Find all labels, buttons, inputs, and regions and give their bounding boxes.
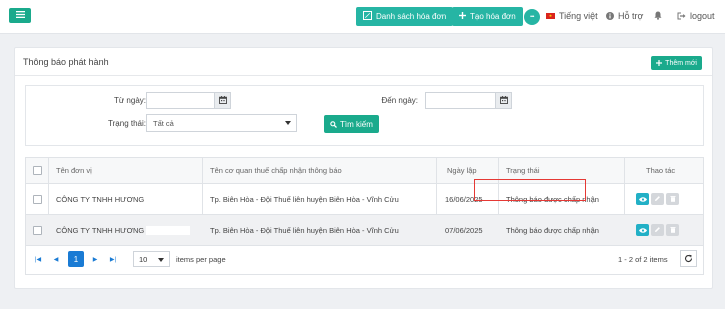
hamburger-icon xyxy=(15,11,25,20)
last-page-button[interactable]: ▶| xyxy=(105,251,121,267)
refresh-button[interactable] xyxy=(680,250,697,267)
calendar-icon xyxy=(218,95,227,106)
eye-icon xyxy=(638,226,647,235)
redaction-bar xyxy=(146,225,191,235)
edit-button[interactable] xyxy=(651,224,664,236)
logout-label: logout xyxy=(690,11,715,21)
more-dots-icon: ••• xyxy=(530,13,534,20)
pager-summary: 1 - 2 of 2 items xyxy=(618,254,668,264)
pencil-icon xyxy=(654,226,661,235)
pagination-bar: |◀ ◀ 1 ▶ ▶| 10 items per page 1 - 2 of 2… xyxy=(26,246,703,275)
column-header-date[interactable]: Ngày lập xyxy=(447,158,477,183)
invoice-list-button[interactable]: Danh sách hóa đơn xyxy=(356,7,454,26)
unit-name-text: CÔNG TY TNHH HƯƠNG xyxy=(56,225,145,235)
unit-name-cell: CÔNG TY TNHH HƯƠNG xyxy=(56,215,191,245)
eye-icon xyxy=(638,195,647,204)
last-page-icon: ▶| xyxy=(109,256,117,263)
prev-page-button[interactable]: ◀ xyxy=(48,251,64,267)
create-invoice-label: Tạo hóa đơn xyxy=(470,12,516,21)
support-label: Hỗ trợ xyxy=(618,11,644,21)
status-select-value: Tất cả xyxy=(153,118,174,128)
view-button[interactable] xyxy=(636,224,649,236)
to-date-calendar-button[interactable] xyxy=(495,93,511,108)
column-header-unit[interactable]: Tên đơn vị xyxy=(56,158,92,183)
release-notice-panel: Thông báo phát hành Thêm mới Từ ngày: Đế… xyxy=(14,47,713,289)
table-row[interactable]: CÔNG TY TNHH HƯƠNG Tp. Biên Hòa - Đội Th… xyxy=(26,184,703,215)
menu-toggle-button[interactable] xyxy=(9,8,31,23)
row-actions xyxy=(636,215,681,245)
edit-button[interactable] xyxy=(651,193,664,205)
from-date-label: Từ ngày: xyxy=(113,96,146,105)
items-per-page-label: items per page xyxy=(176,254,226,264)
to-date-input[interactable] xyxy=(425,92,512,109)
top-bar: Danh sách hóa đơn Tạo hóa đơn ••• Tiếng … xyxy=(0,0,725,34)
date-cell: 07/06/2025 xyxy=(445,225,483,235)
unit-name-cell: CÔNG TY TNHH HƯƠNG xyxy=(56,194,145,204)
status-select[interactable]: Tất cả xyxy=(146,114,297,132)
from-date-input[interactable] xyxy=(146,92,231,109)
delete-button[interactable] xyxy=(666,193,679,205)
tax-office-cell: Tp. Biên Hòa - Đội Thuế liên huyện Biên … xyxy=(210,194,399,204)
first-page-icon: |◀ xyxy=(34,256,42,263)
language-label: Tiếng việt xyxy=(559,11,598,21)
plus-icon xyxy=(459,12,470,21)
plus-icon xyxy=(656,60,663,66)
add-new-button[interactable]: Thêm mới xyxy=(651,56,702,70)
table-row[interactable]: CÔNG TY TNHH HƯƠNG Tp. Biên Hòa - Đội Th… xyxy=(26,215,703,246)
more-options-button[interactable]: ••• xyxy=(524,9,540,25)
info-icon xyxy=(606,12,614,20)
search-label: Tìm kiếm xyxy=(340,119,373,129)
caret-down-icon xyxy=(285,121,291,125)
filter-section: Từ ngày: Đến ngày: Trạng thái: Tất cả Tì… xyxy=(25,85,704,146)
search-icon xyxy=(330,120,340,128)
prev-page-icon: ◀ xyxy=(53,256,59,263)
notifications-button[interactable] xyxy=(654,11,666,20)
panel-divider xyxy=(15,75,712,76)
caret-down-icon xyxy=(158,258,164,262)
page-title: Thông báo phát hành xyxy=(23,57,109,67)
create-invoice-button[interactable]: Tạo hóa đơn xyxy=(452,7,523,26)
status-highlight-box xyxy=(474,179,586,201)
from-date-calendar-button[interactable] xyxy=(214,93,230,108)
status-label: Trạng thái: xyxy=(108,119,146,128)
trash-icon xyxy=(670,195,676,204)
edit-list-icon xyxy=(363,11,376,22)
vietnam-flag-icon xyxy=(546,13,555,19)
pencil-icon xyxy=(654,195,661,204)
row-checkbox[interactable] xyxy=(33,184,42,214)
first-page-button[interactable]: |◀ xyxy=(30,251,46,267)
logout-link[interactable]: logout xyxy=(677,11,715,21)
calendar-icon xyxy=(499,95,508,106)
delete-button[interactable] xyxy=(666,224,679,236)
status-cell: Thông báo được chấp nhận xyxy=(506,225,599,235)
search-button[interactable]: Tìm kiếm xyxy=(324,115,379,133)
to-date-label: Đến ngày: xyxy=(381,96,418,105)
invoice-list-label: Danh sách hóa đơn xyxy=(376,12,447,21)
row-checkbox[interactable] xyxy=(33,215,42,245)
bell-icon xyxy=(654,11,662,20)
table-header: Tên đơn vị Tên cơ quan thuế chấp nhận th… xyxy=(26,158,703,184)
page-size-value: 10 xyxy=(139,254,148,264)
sign-out-icon xyxy=(677,12,686,20)
page-size-select[interactable]: 10 xyxy=(133,251,170,267)
language-selector[interactable]: Tiếng việt xyxy=(546,11,598,21)
next-page-button[interactable]: ▶ xyxy=(87,251,103,267)
trash-icon xyxy=(670,226,676,235)
next-page-icon: ▶ xyxy=(92,256,98,263)
tax-office-cell: Tp. Biên Hòa - Đội Thuế liên huyện Biên … xyxy=(210,225,399,235)
add-new-label: Thêm mới xyxy=(665,59,697,67)
support-link[interactable]: Hỗ trợ xyxy=(606,11,643,21)
view-button[interactable] xyxy=(636,193,649,205)
column-header-tax-office[interactable]: Tên cơ quan thuế chấp nhận thông báo xyxy=(210,158,342,183)
select-all-checkbox[interactable] xyxy=(33,158,42,183)
row-actions xyxy=(636,184,681,214)
refresh-icon xyxy=(684,254,693,263)
column-header-actions: Thao tác xyxy=(646,166,676,175)
page-number-button[interactable]: 1 xyxy=(68,251,84,267)
notice-table: Tên đơn vị Tên cơ quan thuế chấp nhận th… xyxy=(25,157,704,275)
